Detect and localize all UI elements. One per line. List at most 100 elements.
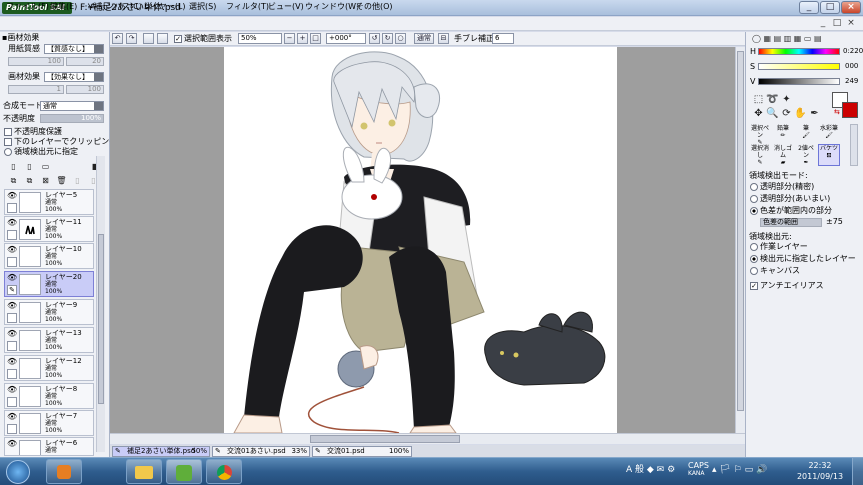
layer-row[interactable]: 👁 レイヤー5 通常 100%: [4, 189, 94, 215]
brush-select-pen[interactable]: 選択ペン ✎: [749, 124, 771, 146]
canvas-horizontal-scrollbar-thumb[interactable]: [310, 435, 460, 443]
menu-layer[interactable]: レイヤー(L): [143, 1, 185, 13]
lock-icon[interactable]: [7, 341, 17, 351]
layer-row[interactable]: 👁 レイヤー10 通常 100%: [4, 243, 94, 269]
brush-binary-pen[interactable]: 2値ペン ✒: [795, 144, 817, 166]
brush-pencil[interactable]: 鉛筆 ✏: [772, 124, 794, 146]
invert-selection-icon[interactable]: [157, 33, 168, 44]
eye-icon[interactable]: 👁: [7, 357, 17, 367]
transfer-down-icon[interactable]: ⧉: [8, 176, 19, 187]
paper-strength-slider[interactable]: 20: [66, 57, 104, 66]
stabilizer-select[interactable]: 6: [492, 33, 514, 44]
eye-icon[interactable]: 👁: [7, 273, 17, 283]
canvas-horizontal-scrollbar[interactable]: [110, 433, 745, 444]
clipping-checkbox[interactable]: [4, 138, 12, 146]
layer-row[interactable]: 👁 レイヤー9 通常 100%: [4, 299, 94, 325]
eye-icon[interactable]: 👁: [7, 301, 17, 311]
layer-row-selected[interactable]: 👁 ✎ レイヤー20 通常 100%: [4, 271, 94, 297]
eye-icon[interactable]: 👁: [7, 245, 17, 255]
color-mode-icons[interactable]: ◯ ▦ ▤ ▥ ▦ ▭ ▤: [752, 34, 860, 44]
blend-mode-button[interactable]: 通常: [414, 33, 434, 44]
lock-icon[interactable]: [7, 230, 17, 240]
layer-scrollbar-thumb[interactable]: [98, 234, 104, 404]
eye-icon[interactable]: 👁: [7, 412, 17, 422]
layer-row[interactable]: 👁 レイヤー12 通常 100%: [4, 355, 94, 381]
menu-other[interactable]: その他(O): [356, 1, 393, 13]
brush-select-eraser[interactable]: 選択消し ✎: [749, 144, 771, 166]
layer-row[interactable]: 👁 レイヤー6 通常: [4, 437, 94, 456]
delete-layer-icon[interactable]: 🗑: [56, 176, 67, 187]
lock-icon[interactable]: [7, 257, 17, 267]
redo-icon[interactable]: ↷: [126, 33, 137, 44]
taskbar-explorer[interactable]: [126, 459, 162, 484]
canvas[interactable]: [224, 47, 617, 433]
menu-view[interactable]: ビュー(V): [268, 1, 304, 13]
clear-layer-icon[interactable]: ⊠: [40, 176, 51, 187]
ime-bar[interactable]: A 般 ◆ ✉ ⚙: [626, 463, 686, 477]
rectangle-select-icon[interactable]: ⬚: [752, 94, 765, 107]
eye-icon[interactable]: 👁: [7, 191, 17, 201]
paper-texture-select[interactable]: 【質感なし】: [44, 44, 104, 54]
zoom-icon[interactable]: 🔍: [766, 108, 779, 121]
value-slider[interactable]: [758, 78, 840, 85]
effect-strength-slider[interactable]: 100: [66, 85, 104, 94]
taskbar-media-player[interactable]: [46, 459, 82, 484]
source-specified-layer-radio[interactable]: [750, 255, 758, 263]
eyedropper-icon[interactable]: ✒: [808, 108, 821, 121]
doc-tab[interactable]: ✎ 交流01.psd 100%: [312, 446, 412, 457]
layer-row[interactable]: 👁 レイヤー13 通常 100%: [4, 327, 94, 353]
menu-filter[interactable]: フィルタ(T): [226, 1, 269, 13]
rotate-icon[interactable]: ⟳: [780, 108, 793, 121]
maximize-button[interactable]: □: [820, 1, 840, 14]
mode-color-diff-radio[interactable]: [750, 207, 758, 215]
brush-watercolor[interactable]: 水彩筆 🖌: [818, 124, 840, 146]
menu-file[interactable]: ファイル(F): [6, 1, 49, 13]
minimize-button[interactable]: _: [799, 1, 819, 14]
blend-mode-select[interactable]: 通常: [40, 101, 104, 111]
clock-date[interactable]: 2011/09/13: [795, 472, 845, 482]
merge-down-icon[interactable]: ⧉: [24, 176, 35, 187]
detect-source-radio[interactable]: [4, 148, 12, 156]
doc-restore-button[interactable]: □: [831, 17, 843, 31]
new-linework-layer-icon[interactable]: ▯: [24, 162, 35, 173]
menu-select[interactable]: 選択(S): [189, 1, 216, 13]
brush-brush[interactable]: 筆 🖌: [795, 124, 817, 146]
antialias-checkbox[interactable]: ✓: [750, 282, 758, 290]
new-layer-icon[interactable]: ▯: [8, 162, 19, 173]
show-desktop-button[interactable]: [852, 458, 863, 485]
paper-scale-slider[interactable]: 100: [8, 57, 64, 66]
lasso-icon[interactable]: ➰: [766, 94, 779, 107]
show-selection-checkbox[interactable]: ✓: [174, 35, 182, 43]
canvas-vertical-scrollbar-thumb[interactable]: [737, 51, 744, 411]
deselect-icon[interactable]: [143, 33, 154, 44]
doc-close-button[interactable]: ×: [845, 17, 857, 31]
brush-bucket-selected[interactable]: バケツ ⛾: [818, 144, 840, 166]
effect-select[interactable]: 【効果なし】: [44, 72, 104, 82]
magic-wand-icon[interactable]: ✦: [780, 94, 793, 107]
secondary-color-swatch[interactable]: [842, 102, 858, 118]
mask-icon[interactable]: ▯: [72, 176, 83, 187]
flip-icon[interactable]: ⊟: [438, 33, 449, 44]
menu-edit[interactable]: 編集(E): [50, 1, 77, 13]
lock-icon[interactable]: [7, 397, 17, 407]
taskbar-chrome[interactable]: [206, 459, 242, 484]
system-tray-icons[interactable]: ▴ 🏳 ⚐ ▭ 🔊: [712, 463, 787, 477]
eye-icon[interactable]: 👁: [7, 218, 17, 228]
taskbar-sai[interactable]: [166, 459, 202, 484]
zoom-in-icon[interactable]: +: [297, 33, 308, 44]
undo-icon[interactable]: ↶: [112, 33, 123, 44]
lock-icon[interactable]: [7, 369, 17, 379]
saturation-slider[interactable]: [758, 63, 840, 70]
layer-scrollbar[interactable]: [96, 156, 105, 452]
move-icon[interactable]: ✥: [752, 108, 765, 121]
color-diff-slider[interactable]: 色差の範囲: [760, 218, 822, 227]
layer-row[interactable]: 👁 レイヤー7 通常 100%: [4, 410, 94, 436]
opacity-slider[interactable]: 100%: [40, 114, 104, 123]
brush-eraser[interactable]: 消しゴム ▰: [772, 144, 794, 166]
doc-minimize-button[interactable]: _: [817, 17, 829, 31]
lock-icon[interactable]: [7, 313, 17, 323]
layer-row[interactable]: 👁 レイヤー8 通常 100%: [4, 383, 94, 409]
layer-row[interactable]: 👁 レイヤー11 通常 100%: [4, 216, 94, 242]
doc-tab[interactable]: ✎ 交流01あさい.psd 33%: [212, 446, 310, 457]
source-canvas-radio[interactable]: [750, 267, 758, 275]
